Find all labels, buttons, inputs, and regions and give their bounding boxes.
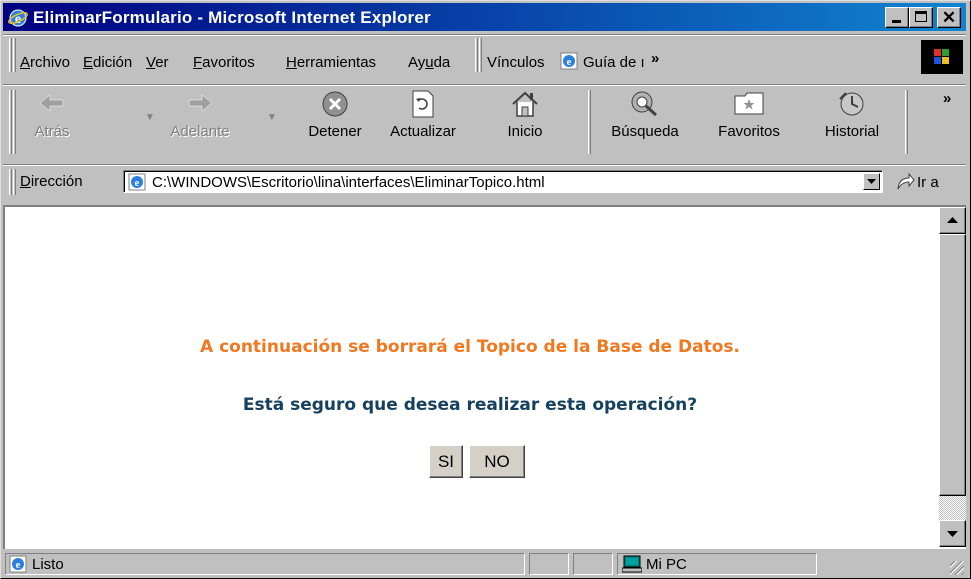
vertical-scrollbar[interactable] — [939, 207, 966, 547]
menu-archivo[interactable]: Archivo — [20, 54, 70, 71]
history-button[interactable]: Historial — [809, 84, 895, 146]
address-bar: Dirección e C:\WINDOWS\Escritorio\lina\i… — [3, 164, 966, 200]
minimize-button[interactable] — [885, 7, 909, 28]
menu-bar: Archivo Edición Ver Favoritos Herramient… — [3, 34, 966, 80]
menu-edicion[interactable]: Edición — [83, 54, 132, 71]
svg-text:e: e — [16, 559, 21, 571]
forward-dropdown-icon[interactable]: ▼ — [267, 112, 277, 123]
links-label[interactable]: Vínculos — [487, 54, 545, 71]
title-bar[interactable]: e EliminarFormulario - Microsoft Interne… — [3, 3, 966, 31]
home-button[interactable]: Inicio — [489, 84, 561, 146]
go-label: Ir a — [917, 174, 939, 191]
status-text: Listo — [32, 556, 64, 573]
no-button[interactable]: NO — [469, 445, 525, 478]
search-globe-icon — [630, 90, 660, 122]
computer-icon — [621, 555, 643, 577]
status-panel-progress — [529, 553, 569, 575]
address-value: C:\WINDOWS\Escritorio\lina\interfaces\El… — [152, 174, 545, 191]
back-dropdown-icon[interactable]: ▼ — [145, 112, 155, 123]
arrow-down-icon — [947, 531, 958, 537]
arrow-up-icon — [947, 217, 958, 223]
stop-button[interactable]: Detener — [293, 84, 377, 146]
ie-page-icon: e — [560, 52, 578, 75]
favorites-button[interactable]: Favoritos — [703, 84, 795, 146]
home-icon — [510, 90, 540, 122]
windows-logo-icon — [921, 40, 963, 74]
back-button[interactable]: Atrás — [21, 84, 83, 146]
refresh-button[interactable]: Actualizar — [377, 84, 469, 146]
maximize-icon — [915, 11, 927, 22]
go-button[interactable]: Ir a — [891, 169, 965, 195]
browser-window: e EliminarFormulario - Microsoft Interne… — [0, 0, 971, 579]
menu-favoritos[interactable]: Favoritos — [193, 54, 255, 71]
scroll-down-button[interactable] — [939, 520, 966, 547]
menu-herramientas[interactable]: Herramientas — [286, 54, 376, 71]
chevron-down-icon — [867, 179, 876, 184]
page-content: A continuación se borrará el Topico de l… — [3, 205, 966, 549]
minimize-icon — [892, 20, 901, 23]
ie-page-icon: e — [9, 555, 27, 577]
svg-text:e: e — [567, 56, 572, 68]
toolbar-chevron-icon[interactable]: » — [943, 90, 951, 107]
ie-logo-icon: e — [8, 8, 28, 33]
zone-label: Mi PC — [646, 556, 687, 573]
refresh-icon — [410, 90, 436, 122]
forward-arrow-icon — [184, 90, 216, 120]
go-arrow-icon — [895, 172, 915, 197]
close-icon: ✕ — [941, 8, 957, 27]
close-button[interactable]: ✕ — [937, 7, 961, 28]
history-icon — [837, 90, 867, 122]
links-chevron-icon[interactable]: » — [651, 50, 659, 67]
status-panel-secure — [573, 553, 613, 575]
links-guia-item[interactable]: Guía de ı — [583, 54, 645, 71]
menu-ayuda[interactable]: Ayuda — [408, 54, 450, 71]
warning-message: A continuación se borrará el Topico de l… — [200, 337, 740, 357]
status-bar: e Listo Mi PC — [3, 551, 966, 577]
address-dropdown-button[interactable] — [863, 173, 880, 190]
forward-button[interactable]: Adelante — [157, 84, 243, 146]
favorites-folder-icon — [733, 90, 765, 120]
page-icon: e — [128, 173, 146, 196]
scroll-up-button[interactable] — [939, 207, 966, 234]
maximize-button[interactable] — [909, 7, 933, 28]
back-arrow-icon — [36, 90, 68, 120]
search-button[interactable]: Búsqueda — [599, 84, 691, 146]
scroll-thumb[interactable] — [939, 234, 966, 496]
svg-text:e: e — [135, 177, 140, 189]
address-input[interactable]: e C:\WINDOWS\Escritorio\lina\interfaces\… — [123, 170, 883, 193]
stop-icon — [321, 90, 349, 122]
standard-toolbar: Atrás ▼ Adelante ▼ Detener Actualizar In… — [3, 84, 966, 162]
menu-ver[interactable]: Ver — [146, 54, 169, 71]
yes-button[interactable]: SI — [429, 445, 463, 478]
resize-grip-icon[interactable] — [950, 561, 964, 575]
window-title: EliminarFormulario - Microsoft Internet … — [33, 8, 431, 27]
address-label: Dirección — [20, 173, 83, 190]
confirm-question: Está seguro que desea realizar esta oper… — [242, 395, 698, 415]
scroll-track[interactable] — [939, 496, 966, 520]
status-zone-panel: Mi PC — [617, 553, 817, 575]
status-main-panel: e Listo — [5, 553, 525, 575]
